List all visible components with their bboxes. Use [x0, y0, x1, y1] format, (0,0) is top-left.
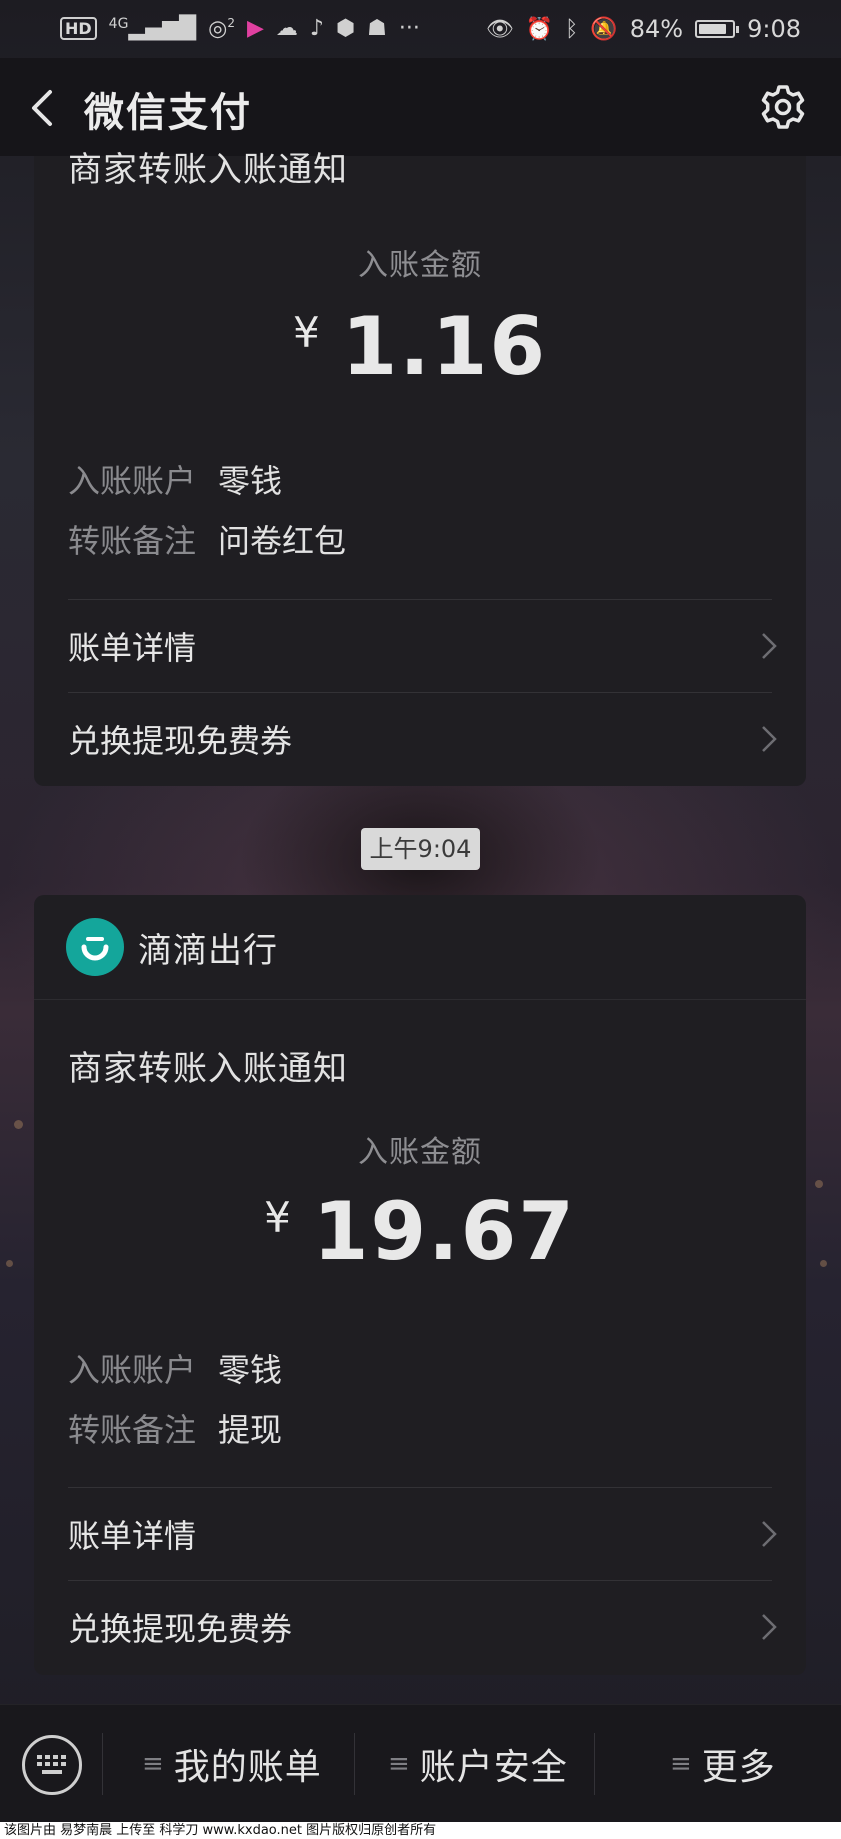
- gear-icon[interactable]: [760, 84, 806, 130]
- alarm-icon: ⏰: [525, 16, 554, 42]
- exchange-coupon-link[interactable]: 兑换提现免费券: [68, 693, 778, 785]
- bill-details-label: 账单详情: [68, 629, 197, 667]
- remark-row: 转账备注 提现: [68, 1405, 282, 1451]
- didi-logo-icon: [66, 918, 124, 976]
- battery-level: [699, 24, 726, 34]
- chevron-right-icon: [762, 726, 777, 752]
- card-title: 商家转账入账通知: [68, 150, 348, 190]
- amount-label: 入账金额: [358, 248, 482, 283]
- amount-number: 1.16: [341, 300, 548, 393]
- account-key: 入账账户: [68, 462, 197, 500]
- hand-app-icon: ⬢: [335, 16, 356, 42]
- bluetooth-icon: ᛒ: [565, 16, 579, 42]
- status-bar-left: HD 4G▂▄▆█ ◎2 ▶ ☁ ♪ ⬢ ☗ ···: [60, 16, 420, 42]
- account-row: 入账账户 零钱: [68, 456, 282, 502]
- remark-key: 转账备注: [68, 1411, 197, 1449]
- clock: 9:08: [747, 15, 801, 43]
- message-card: 滴滴出行 商家转账入账通知 入账金额 ¥19.67 入账账户 零钱 转账备注 提…: [34, 895, 806, 1675]
- message-timestamp: 上午9:04: [361, 828, 480, 870]
- chevron-right-icon: [762, 1614, 777, 1640]
- divider: [102, 1733, 103, 1795]
- status-bar-right: 👁 ⏰ ᛒ 🔕 84% 9:08: [486, 15, 801, 43]
- menu-label: 账户安全: [419, 1747, 568, 1788]
- menu-lines-icon: ≡: [670, 1749, 692, 1779]
- amount-value: ¥19.67: [34, 1185, 806, 1278]
- back-arrow-icon[interactable]: [26, 86, 62, 130]
- account-value: 零钱: [218, 462, 283, 500]
- bill-details-link[interactable]: 账单详情: [68, 600, 778, 692]
- card-title: 商家转账入账通知: [68, 1049, 348, 1089]
- more-notifications-icon: ···: [398, 16, 420, 42]
- menu-account-security[interactable]: ≡ 账户安全: [388, 1733, 568, 1795]
- message-card: 商家转账入账通知 入账金额 ¥1.16 入账账户 零钱 转账备注 问卷红包 账单…: [34, 150, 806, 786]
- menu-label: 更多: [701, 1747, 776, 1788]
- chevron-right-icon: [762, 1521, 777, 1547]
- chevron-right-icon: [762, 633, 777, 659]
- cellular-signal-icon: 4G▂▄▆█: [108, 16, 197, 42]
- merchant-name: 滴滴出行: [138, 930, 278, 971]
- menu-label: 我的账单: [173, 1747, 322, 1788]
- amount-value: ¥1.16: [34, 300, 806, 393]
- exchange-coupon-label: 兑换提现免费券: [68, 1610, 293, 1648]
- remark-key: 转账备注: [68, 522, 197, 560]
- divider: [354, 1733, 355, 1795]
- exchange-coupon-label: 兑换提现免费券: [68, 722, 293, 760]
- video-app-icon: ▶: [246, 16, 264, 42]
- menu-my-bills[interactable]: ≡ 我的账单: [142, 1733, 322, 1795]
- account-row: 入账账户 零钱: [68, 1345, 282, 1391]
- hotspot-icon: ◎2: [208, 16, 235, 42]
- wechat-icon: ☁: [275, 16, 298, 42]
- currency-symbol: ¥: [264, 1193, 291, 1242]
- bill-details-label: 账单详情: [68, 1517, 197, 1555]
- bill-details-link[interactable]: 账单详情: [68, 1488, 778, 1580]
- menu-lines-icon: ≡: [142, 1749, 164, 1779]
- battery-percent: 84%: [629, 15, 684, 43]
- amount-label: 入账金额: [358, 1135, 482, 1170]
- hd-icon: HD: [60, 17, 97, 41]
- qq-icon: ☗: [367, 16, 387, 42]
- remark-row: 转账备注 问卷红包: [68, 516, 346, 562]
- currency-symbol: ¥: [292, 308, 320, 357]
- mute-bell-icon: 🔕: [590, 16, 618, 42]
- divider: [594, 1733, 595, 1795]
- status-bar: HD 4G▂▄▆█ ◎2 ▶ ☁ ♪ ⬢ ☗ ··· 👁 ⏰ ᛒ 🔕 84% 9…: [0, 0, 841, 58]
- watermark-footer: 该图片由 易梦南晨 上传至 科学刀 www.kxdao.net 图片版权归原创者…: [0, 1822, 841, 1839]
- merchant-header[interactable]: 滴滴出行: [66, 917, 278, 977]
- remark-value: 提现: [218, 1411, 283, 1449]
- account-key: 入账账户: [68, 1351, 197, 1389]
- tiktok-icon: ♪: [309, 16, 324, 42]
- bottom-menu-bar: ≡ 我的账单 ≡ 账户安全 ≡ 更多: [0, 1704, 841, 1823]
- menu-lines-icon: ≡: [388, 1749, 410, 1779]
- divider: [34, 999, 806, 1000]
- page-title: 微信支付: [84, 90, 252, 136]
- account-value: 零钱: [218, 1351, 283, 1389]
- exchange-coupon-link[interactable]: 兑换提现免费券: [68, 1581, 778, 1673]
- hotspot-count: 2: [227, 16, 235, 31]
- amount-number: 19.67: [312, 1185, 576, 1278]
- keyboard-toggle-icon[interactable]: [22, 1735, 82, 1795]
- menu-more[interactable]: ≡ 更多: [670, 1733, 776, 1795]
- remark-value: 问卷红包: [218, 522, 347, 560]
- eye-comfort-icon: 👁: [485, 16, 514, 42]
- network-type: 4G: [108, 16, 129, 33]
- battery-icon: [695, 20, 740, 38]
